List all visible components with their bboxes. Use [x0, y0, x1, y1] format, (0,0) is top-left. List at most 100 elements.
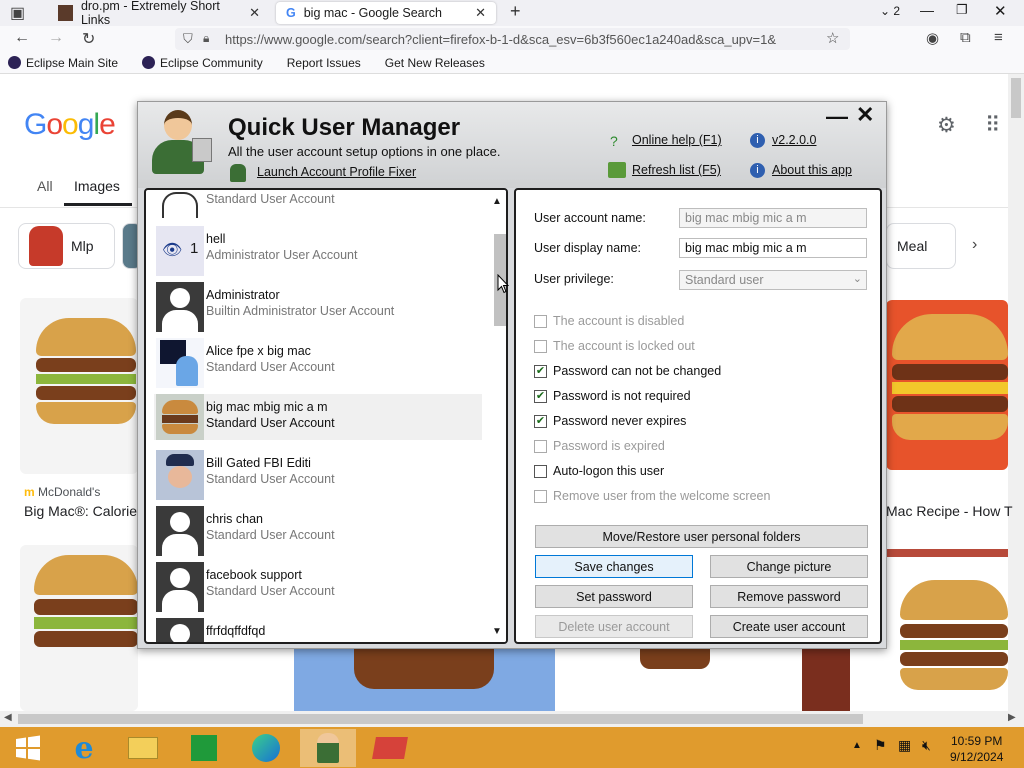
result-image[interactable]	[570, 649, 790, 711]
forward-icon[interactable]: →	[48, 29, 64, 47]
show-hidden-icons[interactable]: ▲	[852, 740, 862, 751]
google-logo[interactable]: Google	[24, 108, 116, 142]
bookmark-item[interactable]: Report Issues	[287, 56, 361, 70]
user-list-item[interactable]: Administrator Builtin Administrator User…	[154, 282, 482, 332]
version-link[interactable]: v2.2.0.0	[772, 133, 816, 147]
remove-password-button[interactable]: Remove password	[710, 585, 868, 608]
checkbox-password-expired[interactable]: Password is expired	[534, 439, 665, 453]
horizontal-scroll-thumb[interactable]	[18, 714, 863, 724]
new-tab-button[interactable]: +	[510, 1, 521, 22]
chevron-right-icon[interactable]: ›	[972, 236, 977, 254]
reload-icon[interactable]: ↻	[82, 29, 95, 49]
page-scrollbar[interactable]	[1008, 74, 1024, 711]
bookmark-item[interactable]: Eclipse Main Site	[8, 56, 118, 70]
tab-all[interactable]: All	[37, 178, 53, 194]
checkbox-password-never-expires[interactable]: ✔ Password never expires	[534, 414, 686, 428]
checkbox-account-disabled[interactable]: The account is disabled	[534, 314, 684, 328]
chip-mlp[interactable]: Mlp	[18, 223, 115, 269]
checkbox-box[interactable]: ✔	[534, 364, 547, 378]
user-list-item[interactable]: Standard User Account	[154, 190, 482, 220]
restore-window-icon[interactable]: ❐	[956, 2, 968, 18]
checkbox-box[interactable]: ✔	[534, 414, 547, 428]
scroll-right-icon[interactable]: ▶	[1008, 712, 1016, 723]
display-name-field[interactable]	[679, 238, 867, 258]
bookmark-item[interactable]: Eclipse Community	[142, 56, 263, 70]
menu-icon[interactable]: ≡	[994, 29, 1003, 46]
user-list-item[interactable]: ffrfdqffdfqd	[154, 618, 482, 642]
lock-icon[interactable]: 🔒︎	[203, 31, 209, 46]
result-image[interactable]	[20, 298, 138, 474]
result-image[interactable]	[294, 649, 555, 711]
checkbox-remove-welcome[interactable]: Remove user from the welcome screen	[534, 489, 770, 503]
result-title[interactable]: Mac Recipe - How T	[886, 503, 1013, 519]
set-password-button[interactable]: Set password	[535, 585, 693, 608]
dialog-minimize-button[interactable]: —	[826, 104, 848, 130]
extensions-icon[interactable]: ⧉	[960, 29, 971, 46]
result-title[interactable]: Big Mac®: Calorie	[24, 503, 137, 519]
checkbox-auto-logon[interactable]: Auto-logon this user	[534, 464, 664, 478]
result-image[interactable]	[890, 570, 1008, 711]
user-list-item[interactable]: 👁︎ 1 hell Administrator User Account	[154, 226, 482, 276]
move-restore-folders-button[interactable]: Move/Restore user personal folders	[535, 525, 868, 548]
launch-profile-fixer-link[interactable]: Launch Account Profile Fixer	[257, 165, 416, 179]
edge-taskbar-icon[interactable]	[238, 729, 294, 767]
clock[interactable]: 10:59 PM 9/12/2024	[950, 733, 1003, 765]
refresh-list-link[interactable]: Refresh list (F5)	[632, 163, 721, 177]
close-tab-icon[interactable]: ✕	[475, 5, 486, 21]
online-help-link[interactable]: Online help (F1)	[632, 133, 722, 147]
volume-icon[interactable]: 🔇︎	[922, 737, 931, 754]
result-image[interactable]	[20, 545, 138, 711]
privilege-select[interactable]: Standard user ⌄	[679, 270, 867, 290]
about-app-link[interactable]: About this app	[772, 163, 852, 177]
start-button[interactable]	[0, 729, 56, 767]
user-list-item[interactable]: facebook support Standard User Account	[154, 562, 482, 612]
user-list-item[interactable]: Alice fpe x big mac Standard User Accoun…	[154, 338, 482, 388]
create-user-button[interactable]: Create user account	[710, 615, 868, 638]
bookmark-item[interactable]: Get New Releases	[385, 56, 485, 70]
settings-gear-icon[interactable]: ⚙	[937, 113, 956, 138]
delete-user-button[interactable]: Delete user account	[535, 615, 693, 638]
scroll-up-icon[interactable]: ▲	[492, 196, 502, 207]
app-taskbar-icon[interactable]	[362, 729, 418, 767]
network-icon[interactable]: ▦	[898, 737, 911, 754]
file-explorer-taskbar-icon[interactable]	[115, 729, 171, 767]
checkbox-box[interactable]	[534, 489, 547, 503]
checkbox-box[interactable]	[534, 339, 547, 353]
tab-images[interactable]: Images	[74, 178, 120, 194]
user-list-item-selected[interactable]: big mac mbig mic a m Standard User Accou…	[154, 394, 482, 440]
store-taskbar-icon[interactable]	[176, 729, 232, 767]
scroll-down-icon[interactable]: ▼	[492, 626, 502, 637]
url-bar[interactable]: ⛉ 🔒︎ https://www.google.com/search?clien…	[175, 28, 850, 50]
checkbox-box[interactable]	[534, 439, 547, 453]
internet-explorer-taskbar-icon[interactable]: e	[56, 729, 112, 767]
scroll-left-icon[interactable]: ◀	[4, 712, 12, 723]
checkbox-password-cannot-change[interactable]: ✔ Password can not be changed	[534, 364, 721, 378]
tracking-shield-icon[interactable]: ⛉	[183, 31, 193, 47]
horizontal-scrollbar[interactable]: ◀ ▶	[0, 711, 1024, 727]
result-image[interactable]	[802, 649, 850, 711]
tab-list-icon[interactable]: ▣	[10, 3, 25, 23]
page-scroll-thumb[interactable]	[1011, 78, 1021, 118]
checkbox-box[interactable]	[534, 464, 547, 478]
browser-tab[interactable]: dro.pm - Extremely Short Links ✕	[48, 0, 270, 27]
change-picture-button[interactable]: Change picture	[710, 555, 868, 578]
chip-meal[interactable]: Meal	[886, 223, 956, 269]
apps-grid-icon[interactable]: ⠿	[985, 113, 1000, 138]
save-changes-button[interactable]: Save changes	[535, 555, 693, 578]
account-icon[interactable]: ◉	[926, 29, 939, 47]
quick-user-manager-taskbar-icon[interactable]	[300, 729, 356, 767]
minimize-window-icon[interactable]: —	[920, 2, 934, 18]
dialog-close-button[interactable]: ✕	[856, 102, 874, 128]
close-tab-icon[interactable]: ✕	[249, 5, 260, 21]
result-image[interactable]	[886, 300, 1008, 470]
browser-tab-active[interactable]: G big mac - Google Search ✕	[276, 2, 496, 24]
user-list-item[interactable]: chris chan Standard User Account	[154, 506, 482, 556]
back-icon[interactable]: ←	[14, 29, 30, 47]
checkbox-account-locked[interactable]: The account is locked out	[534, 339, 695, 353]
checkbox-box[interactable]: ✔	[534, 389, 547, 403]
flag-icon[interactable]: ⚑	[874, 737, 887, 754]
user-list-item[interactable]: Bill Gated FBI Editi Standard User Accou…	[154, 450, 482, 500]
account-name-field[interactable]	[679, 208, 867, 228]
user-list-scrollbar[interactable]: ▲ ▼	[490, 190, 506, 642]
bookmark-star-icon[interactable]: ☆	[826, 29, 839, 47]
